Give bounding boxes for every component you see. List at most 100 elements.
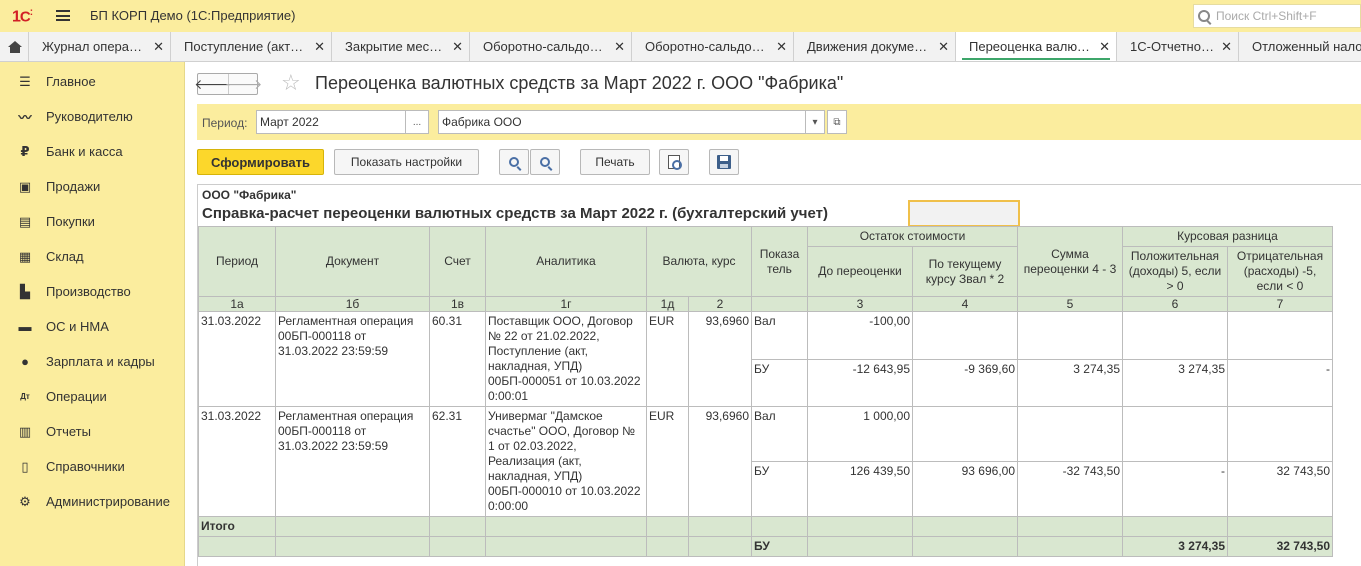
header-currency: Валюта, курс (646, 226, 752, 297)
tab-osv-1[interactable]: Оборотно-сальдовая ведомость ✕ (470, 32, 632, 61)
column-number: 4 (912, 296, 1018, 312)
sidebar-item-label: Зарплата и кадры (46, 354, 155, 369)
dt-kt-icon: Дт (20, 392, 30, 401)
close-icon[interactable]: ✕ (1099, 39, 1110, 55)
close-icon[interactable]: ✕ (776, 39, 787, 55)
sidebar-item-warehouse[interactable]: ▦ Склад (0, 239, 185, 274)
period-label: Период: (202, 116, 248, 130)
sidebar-item-main[interactable]: ☰ Главное (0, 64, 185, 99)
cell-period[interactable]: 31.03.2022 (198, 406, 276, 517)
bar-chart-icon: ▥ (18, 423, 32, 439)
sidebar-item-manager[interactable]: 〰 Руководителю (0, 99, 185, 134)
sidebar-item-label: Банк и касса (46, 144, 123, 159)
header-indicator: Показа тель (751, 226, 808, 297)
1c-logo: 1С: (12, 7, 33, 26)
tab-label: Отложенный налог (1252, 39, 1361, 54)
cell-positive (1122, 310, 1228, 361)
tab-deferred-tax[interactable]: Отложенный налог (1239, 32, 1361, 61)
find-next-button[interactable] (530, 149, 560, 175)
header-account: Счет (429, 226, 486, 297)
cell-document[interactable]: Регламентная операция 00БП-000118 от 31.… (275, 406, 430, 517)
period-select-button[interactable]: ... (405, 110, 429, 134)
main-area: 🡐 🡒 ☆ Переоценка валютных средств за Мар… (186, 62, 1361, 566)
total-negative: 32 743,50 (1227, 536, 1333, 557)
show-settings-button[interactable]: Показать настройки (334, 149, 479, 175)
books-icon: ▯ (21, 458, 29, 474)
forward-button[interactable]: 🡒 (225, 74, 262, 94)
tab-receipt[interactable]: Поступление (акты, накладные, УПД) ✕ (171, 32, 332, 61)
cell-account[interactable]: 62.31 (429, 406, 486, 517)
period-input[interactable]: Март 2022 (256, 110, 406, 134)
cell-current (912, 310, 1018, 361)
cell-period[interactable]: 31.03.2022 (198, 311, 276, 407)
tab-osv-2[interactable]: Оборотно-сальдовая ведомость ✕ (632, 32, 794, 61)
organization-input[interactable]: Фабрика ООО (438, 110, 806, 134)
sidebar-item-label: Продажи (46, 179, 101, 194)
home-tab[interactable] (0, 32, 29, 61)
cell-negative (1227, 406, 1333, 462)
header-exchange-diff: Курсовая разница (1122, 226, 1333, 247)
close-icon[interactable]: ✕ (153, 39, 164, 55)
sidebar-item-catalogs[interactable]: ▯ Справочники (0, 449, 185, 484)
preview-button[interactable] (659, 149, 689, 175)
tab-label: 1С-Отчетность (1130, 39, 1216, 54)
generate-button[interactable]: Сформировать (197, 149, 324, 175)
close-icon[interactable]: ✕ (938, 39, 949, 55)
cell-current (912, 406, 1018, 462)
sidebar-item-reports[interactable]: ▥ Отчеты (0, 414, 185, 449)
cell-before: 126 439,50 (807, 461, 913, 517)
tab-month-close[interactable]: Закрытие месяца ✕ (332, 32, 470, 61)
column-number: 1а (198, 296, 276, 312)
close-icon[interactable]: ✕ (452, 39, 463, 55)
cell-positive: - (1122, 461, 1228, 517)
search-icon (509, 157, 519, 167)
column-number: 6 (1122, 296, 1228, 312)
cell-indicator: БУ (751, 461, 808, 517)
selected-cell[interactable] (908, 200, 1020, 227)
tab-reporting[interactable]: 1С-Отчетность ✕ (1117, 32, 1239, 61)
sidebar: ☰ Главное 〰 Руководителю ₽ Банк и касса ▣ Пр… (0, 62, 185, 566)
sidebar-item-admin[interactable]: ⚙ Администрирование (0, 484, 185, 519)
cell-rate: 93,6960 (688, 406, 752, 517)
sidebar-item-sales[interactable]: ▣ Продажи (0, 169, 185, 204)
column-number (751, 296, 808, 312)
tab-movements[interactable]: Движения документа ✕ (794, 32, 956, 61)
find-button[interactable] (499, 149, 529, 175)
bag-icon: ▣ (18, 178, 32, 194)
cell-account[interactable]: 60.31 (429, 311, 486, 407)
cell-indicator: Вал (751, 406, 808, 462)
close-icon[interactable]: ✕ (614, 39, 625, 55)
print-button[interactable]: Печать (580, 149, 650, 175)
close-icon[interactable]: ✕ (1221, 39, 1232, 55)
column-number: 3 (807, 296, 913, 312)
organization-dropdown-button[interactable]: ▾ (805, 110, 825, 134)
cell-sum (1017, 406, 1123, 462)
sidebar-item-production[interactable]: ▙ Производство (0, 274, 185, 309)
preview-icon (668, 155, 682, 170)
tab-journal[interactable]: Журнал операций ✕ (29, 32, 171, 61)
header-positive: Положительная (доходы) 5, если > 0 (1122, 246, 1228, 297)
sidebar-item-purchases[interactable]: ▤ Покупки (0, 204, 185, 239)
close-icon[interactable]: ✕ (314, 39, 325, 55)
column-number: 1д (646, 296, 689, 312)
total-indicator: БУ (751, 536, 808, 557)
organization-open-button[interactable]: ⧉ (827, 110, 847, 134)
cell-analytics[interactable]: Поставщик ООО, Договор № 22 от 21.02.202… (485, 311, 647, 407)
cell-analytics[interactable]: Универмаг "Дамское счастье" ООО, Договор… (485, 406, 647, 517)
save-button[interactable] (709, 149, 739, 175)
search-box[interactable]: Поиск Ctrl+Shift+F (1193, 4, 1361, 28)
tab-label: Движения документа (807, 39, 933, 54)
favorite-star-icon[interactable]: ☆ (281, 70, 301, 96)
sidebar-item-salary[interactable]: ● Зарплата и кадры (0, 344, 185, 379)
sidebar-item-label: Производство (46, 284, 131, 299)
page-title: Переоценка валютных средств за Март 2022… (315, 73, 844, 93)
tab-revaluation[interactable]: Переоценка валютных средств ✕ (956, 32, 1117, 61)
sidebar-item-assets[interactable]: ▬ ОС и НМА (0, 309, 185, 344)
back-button[interactable]: 🡐 (194, 74, 232, 94)
cell-document[interactable]: Регламентная операция 00БП-000118 от 31.… (275, 311, 430, 407)
total-label: Итого (198, 516, 276, 537)
sidebar-item-operations[interactable]: Дт Операции (0, 379, 185, 414)
header-negative: Отрицательная (расходы) -5, если < 0 (1227, 246, 1333, 297)
sidebar-item-bank[interactable]: ₽ Банк и касса (0, 134, 185, 169)
main-menu-icon[interactable] (56, 10, 70, 21)
